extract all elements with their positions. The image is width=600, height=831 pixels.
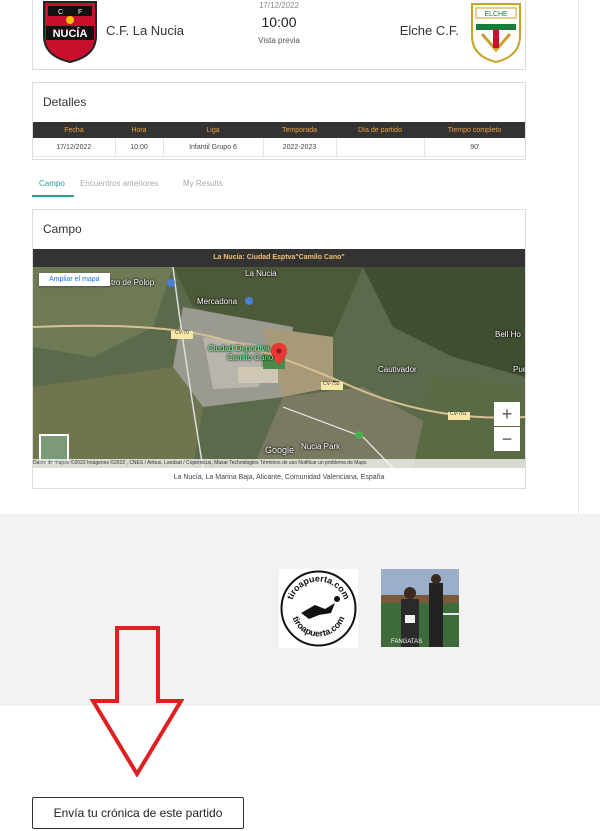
- map-label-nucia-park: Nucia Park: [301, 442, 341, 451]
- cell-dia-partido: [336, 138, 425, 157]
- map-label-polop: stro de Polop: [107, 278, 155, 287]
- cell-hora: 10:00: [115, 138, 164, 157]
- map-label-cautivador: Cautivador: [378, 365, 417, 374]
- venue-address: La Nucía, La Marina Baja, Alicante, Comu…: [173, 474, 385, 481]
- col-liga: Liga: [163, 122, 263, 138]
- zoom-out-button[interactable]: −: [494, 427, 520, 451]
- envia-cronica-button[interactable]: Envía tu crónica de este partido: [32, 797, 244, 829]
- map-label-ciudad-deportiva: Ciudad Deportiva: [208, 344, 270, 353]
- map-label-cv70: CV-70: [175, 330, 189, 336]
- details-title: Detalles: [43, 95, 87, 109]
- tiroapuerta-logo-icon: tiroapuerta.com tiroapuerta.com: [280, 570, 357, 647]
- venue-name: La Nucía: Ciudad Esptva"Camilo Cano": [33, 249, 525, 267]
- col-hora: Hora: [115, 122, 163, 138]
- tab-my-results[interactable]: My Results: [183, 179, 223, 188]
- col-temporada: Temporada: [263, 122, 336, 138]
- col-dia-partido: Día de partido: [336, 122, 424, 138]
- zoom-in-button[interactable]: +: [494, 402, 520, 426]
- details-table: Fecha Hora Liga Temporada Día de partido…: [33, 122, 525, 157]
- google-logo: Google: [265, 445, 295, 455]
- venue-map[interactable]: stro de Polop Mercadona La Nucia Ciudad …: [33, 267, 525, 468]
- tiroapuerta-logo[interactable]: tiroapuerta.com tiroapuerta.com: [279, 569, 358, 648]
- down-arrow-icon: [90, 626, 184, 777]
- map-label-bell-ho: Bell Ho: [495, 330, 521, 339]
- map-label-camilo-cano: Camilo Cano: [227, 353, 274, 362]
- satellite-imagery: [33, 267, 525, 468]
- content-column-divider: [578, 0, 579, 514]
- away-team-name[interactable]: Elche C.F.: [400, 23, 459, 38]
- active-tab-indicator: [32, 195, 74, 197]
- map-label-cv755: CV-755: [323, 381, 340, 387]
- map-label-mercadona: Mercadona: [197, 297, 238, 306]
- map-attribution[interactable]: Datos de mapas ©2022 Imágenes ©2022 , CN…: [33, 459, 525, 468]
- map-label-la-nucia: La Nucia: [245, 269, 277, 278]
- details-header-row: Fecha Hora Liga Temporada Día de partido…: [33, 122, 525, 138]
- svg-text:ELCHE: ELCHE: [484, 11, 508, 18]
- cell-liga[interactable]: Infantil Grupo 6: [163, 138, 264, 157]
- match-header: C F NUCÍA C.F. La Nucia 17/12/2022 10:00…: [32, 0, 526, 70]
- map-label-cv751: CV-751: [450, 411, 467, 417]
- player-photo: FANGATAS: [381, 569, 459, 647]
- map-label-puerto: Pue: [513, 365, 525, 374]
- table-row: 17/12/2022 10:00 Infantil Grupo 6 2022-2…: [33, 138, 525, 157]
- elche-crest-icon[interactable]: ELCHE: [466, 0, 526, 64]
- details-panel: Detalles Fecha Hora Liga Temporada Día d…: [32, 82, 526, 160]
- sponsor-photo[interactable]: FANGATAS: [381, 569, 459, 647]
- cell-tiempo-completo: 90': [424, 138, 525, 157]
- campo-panel: Campo La Nucía: Ciudad Esptva"Camilo Can…: [32, 209, 526, 489]
- tab-encuentros-anteriores[interactable]: Encuentros anteriores: [80, 179, 158, 188]
- match-date: 17/12/2022: [258, 1, 300, 10]
- svg-text:FANGATAS: FANGATAS: [391, 639, 422, 645]
- col-tiempo-completo: Tiempo completo: [424, 122, 525, 138]
- cell-fecha: 17/12/2022: [33, 138, 116, 157]
- cell-temporada: 2022-2023: [263, 138, 337, 157]
- col-fecha: Fecha: [33, 122, 115, 138]
- ampliar-mapa-link[interactable]: Ampliar el mapa: [39, 273, 110, 286]
- tab-campo[interactable]: Campo: [39, 179, 65, 188]
- campo-title: Campo: [43, 222, 82, 236]
